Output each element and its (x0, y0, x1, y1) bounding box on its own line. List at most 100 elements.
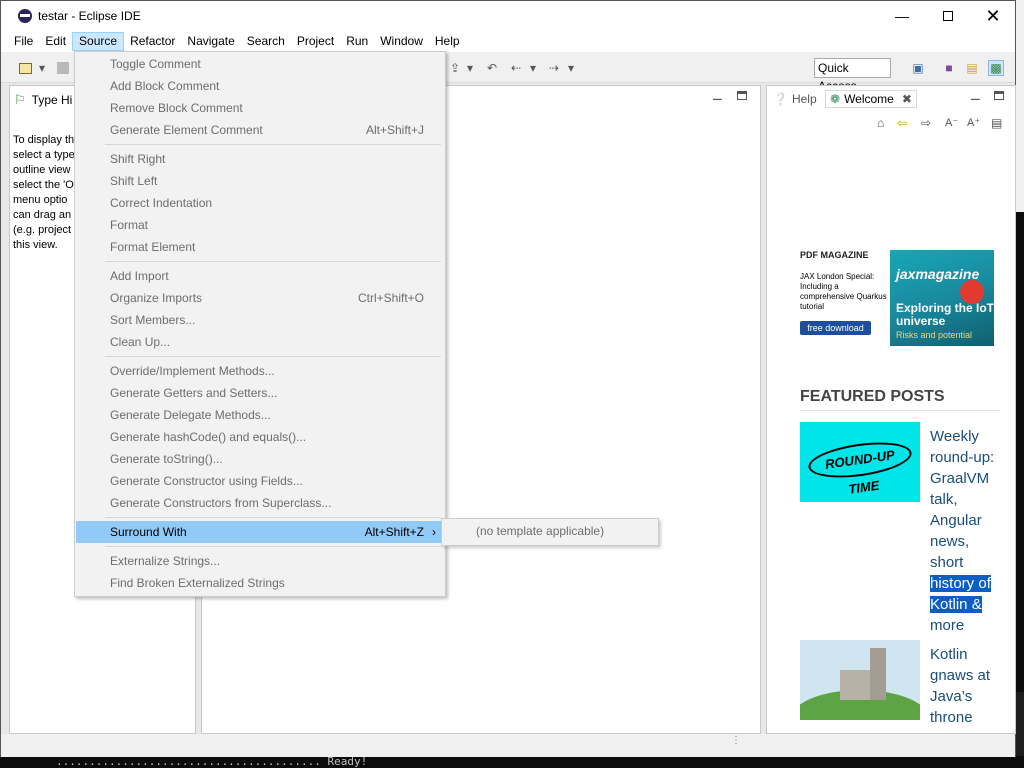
featured-posts-heading: FEATURED POSTS (800, 388, 1000, 411)
menu-help[interactable]: Help (429, 32, 466, 51)
menu-navigate[interactable]: Navigate (181, 32, 240, 51)
surround-with-submenu: (no template applicable) (441, 518, 659, 546)
tab-help[interactable]: ❔ Help (773, 90, 817, 108)
window-title: testar - Eclipse IDE (38, 9, 141, 23)
menu-search[interactable]: Search (241, 32, 291, 51)
debug-perspective-icon[interactable]: ■ (941, 60, 957, 76)
roundup-image-text: ROUND-UP TIME (806, 436, 914, 497)
close-button[interactable]: ✕ (970, 1, 1016, 31)
eclipse-icon (18, 9, 32, 23)
menu-item-label: Format Element (110, 240, 196, 254)
tab-welcome[interactable]: ❁ Welcome ✖ (825, 90, 917, 108)
last-edit-icon[interactable]: ↶ (484, 60, 500, 76)
menu-externalize-strings[interactable]: Externalize Strings... (76, 550, 444, 572)
post-title-kotlin[interactable]: Kotlin gnaws at Java’s throne (930, 644, 1002, 728)
forward-nav-icon[interactable]: ⇨ (921, 116, 931, 130)
menu-shift-right[interactable]: Shift Right (76, 148, 444, 170)
menu-run[interactable]: Run (340, 32, 374, 51)
background-terminal-line: ........................................… (0, 756, 1024, 768)
close-tab-icon[interactable]: ✖ (902, 92, 912, 106)
menu-item-label: Sort Members... (110, 313, 196, 327)
roundup-image[interactable]: ROUND-UP TIME (800, 422, 920, 502)
resource-perspective-icon[interactable]: ▤ (964, 60, 980, 76)
menu-item-label: Generate toString()... (110, 452, 223, 466)
menu-generate-element-comment[interactable]: Generate Element Comment Alt+Shift+J (76, 119, 444, 141)
tab-type-hierarchy[interactable]: ⚐ Type Hi (14, 91, 72, 109)
welcome-maximize-icon[interactable] (994, 89, 1004, 103)
editor-maximize-icon[interactable] (737, 89, 747, 103)
save-icon[interactable] (55, 60, 71, 76)
menu-toggle-comment[interactable]: Toggle Comment (76, 53, 444, 75)
menu-format[interactable]: Format (76, 214, 444, 236)
menu-constructors-superclass[interactable]: Generate Constructors from Superclass... (76, 492, 444, 514)
menu-item-label: Organize Imports (110, 291, 203, 305)
back-nav-icon[interactable]: ⇦ (897, 116, 907, 130)
maximize-icon (943, 11, 953, 21)
next-annotation-icon[interactable]: ⇪ (447, 60, 463, 76)
menu-add-import[interactable]: Add Import (76, 265, 444, 287)
menu-separator (105, 261, 441, 262)
menu-item-label: Add Import (110, 269, 169, 283)
minimize-button[interactable]: — (879, 1, 925, 31)
menu-remove-block-comment[interactable]: Remove Block Comment (76, 97, 444, 119)
minimize-icon: — (895, 8, 909, 24)
quick-access-input[interactable]: Quick Access (814, 58, 891, 93)
home-icon[interactable]: ⌂ (877, 116, 884, 130)
next-annotation-dropdown-icon[interactable]: ▾ (465, 60, 475, 76)
open-perspective-icon[interactable]: ▣ (910, 60, 926, 76)
menu-project[interactable]: Project (291, 32, 340, 51)
cover-risk: Risks and potential (896, 330, 973, 340)
menu-hashcode-equals[interactable]: Generate hashCode() and equals()... (76, 426, 444, 448)
menu-source[interactable]: Source (72, 32, 125, 51)
menu-delegate-methods[interactable]: Generate Delegate Methods... (76, 404, 444, 426)
new-icon[interactable] (17, 60, 33, 76)
kotlin-castle-image[interactable] (800, 640, 920, 720)
menu-constructor-fields[interactable]: Generate Constructor using Fields... (76, 470, 444, 492)
menu-correct-indentation[interactable]: Correct Indentation (76, 192, 444, 214)
customize-page-icon[interactable]: ▤ (991, 116, 1002, 130)
menu-organize-imports[interactable]: Organize Imports Ctrl+Shift+O (76, 287, 444, 309)
menu-add-block-comment[interactable]: Add Block Comment (76, 75, 444, 97)
back-icon[interactable]: ⇠ (508, 60, 524, 76)
menu-refactor[interactable]: Refactor (124, 32, 181, 51)
menu-override-implement[interactable]: Override/Implement Methods... (76, 360, 444, 382)
welcome-icon: ❁ (830, 92, 841, 106)
menu-window[interactable]: Window (374, 32, 429, 51)
menu-format-element[interactable]: Format Element (76, 236, 444, 258)
menu-clean-up[interactable]: Clean Up... (76, 331, 444, 353)
back-dropdown-icon[interactable]: ▾ (528, 60, 538, 76)
menu-item-label: Externalize Strings... (110, 554, 221, 568)
forward-dropdown-icon[interactable]: ▾ (566, 60, 576, 76)
menu-file[interactable]: File (8, 32, 39, 51)
increase-font-icon[interactable]: A⁺ (967, 116, 980, 129)
background-window-edge (1016, 0, 1024, 212)
menu-item-shortcut: Alt+Shift+Z (364, 525, 424, 539)
help-icon: ❔ (773, 92, 788, 106)
menu-item-label: Add Block Comment (110, 79, 220, 93)
magazine-ad[interactable]: PDF MAGAZINE JAX London Special: Includi… (800, 250, 1002, 347)
welcome-minimize-icon[interactable]: ⚊ (970, 89, 981, 103)
new-dropdown-icon[interactable]: ▾ (37, 60, 47, 76)
tower-shape (870, 648, 886, 700)
menu-edit[interactable]: Edit (39, 32, 72, 51)
menu-sort-members[interactable]: Sort Members... (76, 309, 444, 331)
decrease-font-icon[interactable]: A⁻ (945, 116, 958, 129)
post-title-roundup[interactable]: Weekly round-up: GraalVM talk, Angular n… (930, 426, 1002, 636)
maximize-button[interactable] (925, 1, 971, 31)
menu-getters-setters[interactable]: Generate Getters and Setters... (76, 382, 444, 404)
free-download-button[interactable]: free download (800, 321, 871, 335)
menu-shift-left[interactable]: Shift Left (76, 170, 444, 192)
menu-item-label: Generate hashCode() and equals()... (110, 430, 307, 444)
menu-item-label: Generate Element Comment (110, 123, 263, 137)
java-perspective-icon[interactable]: ▩ (988, 60, 1004, 76)
menu-find-broken-strings[interactable]: Find Broken Externalized Strings (76, 572, 444, 594)
source-menu: Toggle Comment Add Block Comment Remove … (74, 51, 446, 597)
status-bar-handle-icon[interactable]: ⋮ (731, 736, 741, 746)
editor-minimize-icon[interactable]: ⚊ (712, 89, 723, 103)
submenu-no-template[interactable]: (no template applicable) (476, 524, 604, 538)
forward-icon[interactable]: ⇢ (546, 60, 562, 76)
menu-item-label: Find Broken Externalized Strings (110, 576, 285, 590)
menu-surround-with[interactable]: Surround With Alt+Shift+Z › (76, 521, 444, 543)
menu-tostring[interactable]: Generate toString()... (76, 448, 444, 470)
title-bar[interactable]: testar - Eclipse IDE — ✕ (1, 1, 1015, 31)
